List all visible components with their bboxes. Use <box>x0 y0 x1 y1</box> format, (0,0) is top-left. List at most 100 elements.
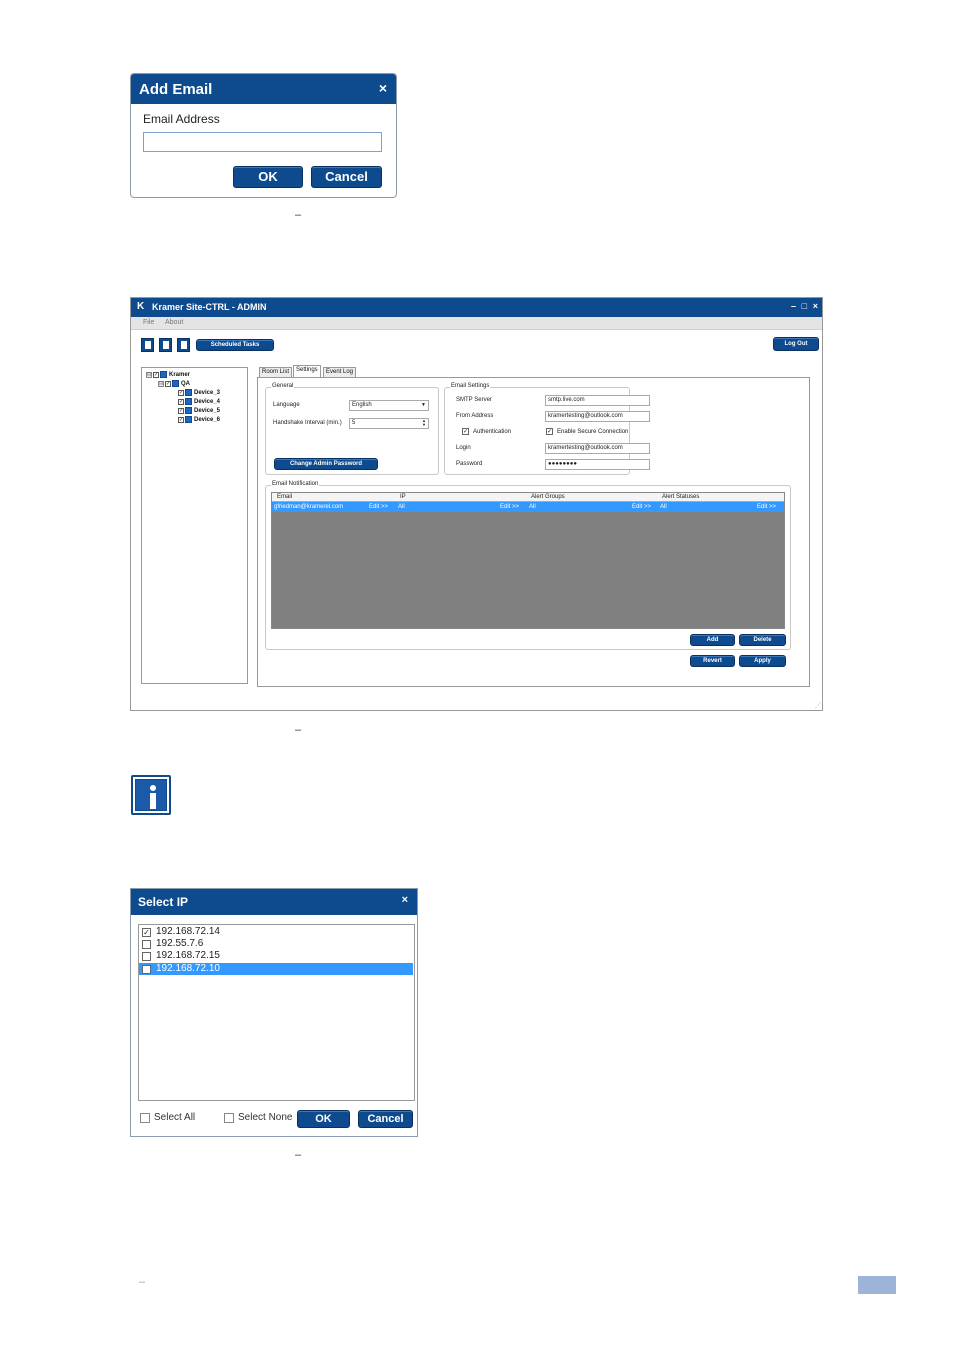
secure-connection-checkbox[interactable]: ✓ <box>546 428 553 435</box>
revert-button[interactable]: Revert <box>690 655 735 667</box>
tab-settings[interactable]: Settings <box>293 365 321 377</box>
tab-event-log[interactable]: Event Log <box>323 367 357 377</box>
app-window: K Kramer Site-CTRL - ADMIN – □ × File Ab… <box>130 297 823 711</box>
column-header[interactable]: Alert Groups <box>531 494 565 500</box>
tree-label: QA <box>181 381 190 388</box>
dialog-title: Add Email <box>139 81 213 98</box>
scheduled-tasks-button[interactable]: Scheduled Tasks <box>196 339 274 351</box>
list-item[interactable]: 192.168.72.10 <box>139 963 413 975</box>
save-icon[interactable] <box>177 338 190 352</box>
group-title: Email Settings <box>450 383 491 389</box>
tab-room-list[interactable]: Room List <box>259 367 293 377</box>
tree-node-qa[interactable]: ⊟ ✓ QA <box>158 380 190 387</box>
close-icon[interactable]: × <box>379 80 387 96</box>
cancel-button[interactable]: Cancel <box>311 166 382 188</box>
tree-node-device[interactable]: ✓ Device_4 <box>178 398 220 405</box>
groups-cell: All <box>529 504 536 510</box>
close-icon[interactable]: × <box>402 894 408 906</box>
checkbox-icon[interactable]: ✓ <box>153 371 159 378</box>
close-icon[interactable]: × <box>813 301 818 311</box>
stepper-arrows-icon[interactable]: ▲ ▼ <box>422 419 426 427</box>
open-book-icon[interactable] <box>159 338 172 352</box>
edit-email-link[interactable]: Edit >> <box>369 504 388 510</box>
authentication-label: Authentication <box>473 429 512 435</box>
tree-label: Device_6 <box>194 417 221 424</box>
dialog-title: Select IP <box>138 895 189 909</box>
menu-about[interactable]: About <box>165 319 183 326</box>
column-header[interactable]: IP <box>400 494 406 500</box>
tree-node-device[interactable]: ✓ Device_5 <box>178 407 220 414</box>
checkbox-icon[interactable] <box>142 940 151 949</box>
tree-label: Device_3 <box>194 390 221 397</box>
device-icon <box>185 407 192 414</box>
device-icon <box>185 398 192 405</box>
resize-grip-icon[interactable]: ⋰ <box>815 702 821 709</box>
list-item[interactable]: 192.55.7.6 <box>139 938 413 950</box>
collapse-icon[interactable]: ⊟ <box>158 380 164 387</box>
checkbox-icon[interactable]: ✓ <box>178 416 184 423</box>
checkbox-checked-icon[interactable]: ✓ <box>142 928 151 937</box>
password-input[interactable]: ●●●●●●●● <box>545 459 650 470</box>
device-tree: ⊟ ✓ Kramer ⊟ ✓ QA ✓ Device_3 ✓ Device_4 ✓ Devic… <box>141 367 248 684</box>
kramer-logo-icon: K <box>137 301 145 312</box>
collapse-icon[interactable]: ⊟ <box>146 371 152 378</box>
login-input[interactable]: kramertesting@outlook.com <box>545 443 650 454</box>
checkbox-icon[interactable] <box>142 952 151 961</box>
tree-label: Device_4 <box>194 399 221 406</box>
ip-label: 192.168.72.14 <box>156 926 220 937</box>
authentication-checkbox[interactable]: ✓ <box>462 428 469 435</box>
log-out-button[interactable]: Log Out <box>773 337 819 351</box>
edit-ip-link[interactable]: Edit >> <box>500 504 519 510</box>
select-all-checkbox[interactable] <box>140 1113 150 1123</box>
email-address-input[interactable] <box>143 132 382 152</box>
select-none-label: Select None <box>238 1112 293 1123</box>
tree-node-kramer[interactable]: ⊟ ✓ Kramer <box>146 371 190 378</box>
smtp-input[interactable]: smtp.live.com <box>545 395 650 406</box>
dialog-titlebar: Add Email × <box>131 74 396 104</box>
from-address-input[interactable]: kramertesting@outlook.com <box>545 411 650 422</box>
delete-button[interactable]: Delete <box>739 634 786 646</box>
apply-button[interactable]: Apply <box>739 655 786 667</box>
group-title: Email Notification <box>271 481 320 487</box>
checkbox-icon[interactable]: ✓ <box>178 398 184 405</box>
login-label: Login <box>456 445 471 451</box>
info-icon <box>131 775 171 815</box>
menu-file[interactable]: File <box>143 319 154 326</box>
edit-groups-link[interactable]: Edit >> <box>632 504 651 510</box>
add-email-dialog: Add Email × Email Address OK Cancel <box>130 73 397 198</box>
edit-statuses-link[interactable]: Edit >> <box>757 504 776 510</box>
select-none-checkbox[interactable] <box>224 1113 234 1123</box>
ok-button[interactable]: OK <box>297 1110 350 1128</box>
change-admin-password-button[interactable]: Change Admin Password <box>274 458 378 470</box>
email-settings-group: Email Settings SMTP Server smtp.live.com… <box>444 383 650 475</box>
ok-button[interactable]: OK <box>233 166 303 188</box>
tree-label: Device_5 <box>194 408 221 415</box>
language-value: English <box>352 402 372 408</box>
select-all-label: Select All <box>154 1112 196 1123</box>
checkbox-icon[interactable]: ✓ <box>178 389 184 396</box>
device-icon <box>185 389 192 396</box>
cancel-button[interactable]: Cancel <box>358 1110 413 1128</box>
checkbox-icon[interactable]: ✓ <box>165 380 171 387</box>
menu-bar: File About <box>131 317 822 330</box>
handshake-stepper[interactable]: 5 ▲ ▼ <box>349 418 429 429</box>
site-icon <box>160 371 167 378</box>
tree-node-device[interactable]: ✓ Device_3 <box>178 389 220 396</box>
language-select[interactable]: English ▼ <box>349 400 429 411</box>
column-header[interactable]: Alert Statuses <box>662 494 699 500</box>
checkbox-icon[interactable] <box>142 965 151 974</box>
tree-node-device[interactable]: ✓ Device_6 <box>178 416 220 423</box>
list-item[interactable]: 192.168.72.15 <box>139 950 413 962</box>
minimize-icon[interactable]: – <box>791 301 796 311</box>
new-file-icon[interactable] <box>141 338 154 352</box>
tree-label: Kramer <box>169 372 191 379</box>
window-title: Kramer Site-CTRL - ADMIN <box>152 302 267 312</box>
list-item[interactable]: ✓ 192.168.72.14 <box>139 926 413 938</box>
checkbox-icon[interactable]: ✓ <box>178 407 184 414</box>
ip-cell: All <box>398 504 405 510</box>
device-icon <box>185 416 192 423</box>
add-button[interactable]: Add <box>690 634 735 646</box>
table-row[interactable]: gfriedman@kramerel.com Edit >> All Edit … <box>272 502 784 512</box>
maximize-icon[interactable]: □ <box>802 301 807 311</box>
column-header[interactable]: Email <box>277 494 292 500</box>
